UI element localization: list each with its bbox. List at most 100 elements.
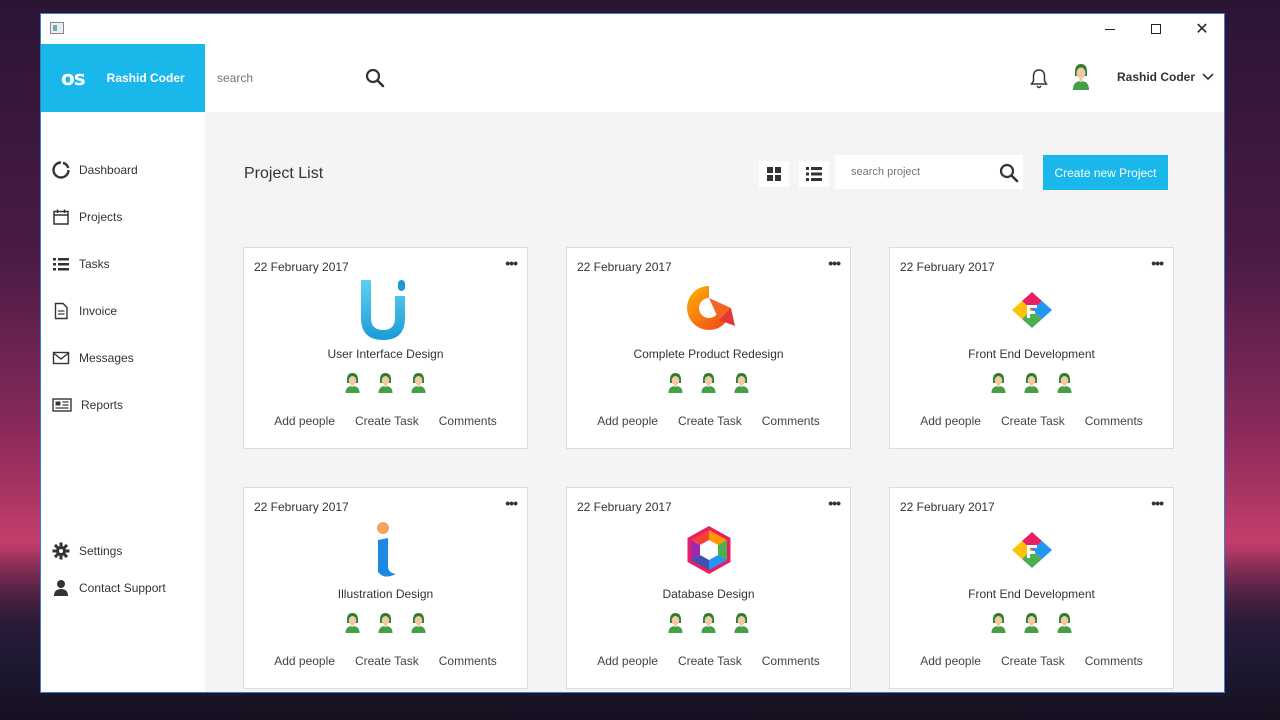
project-card[interactable]: 22 February 2017 ••• User Interface Design… [243, 247, 528, 449]
page-title: Project List [244, 165, 324, 182]
more-icon[interactable]: ••• [505, 255, 518, 271]
add-people-link[interactable]: Add people [274, 654, 335, 668]
app-window: ✕ os Rashid Coder Rashid Coder Das [40, 13, 1225, 693]
minimize-button[interactable] [1087, 14, 1133, 44]
more-icon[interactable]: ••• [505, 495, 518, 511]
add-people-link[interactable]: Add people [597, 414, 658, 428]
calendar-icon [51, 207, 71, 227]
card-date: 22 February 2017 [577, 500, 672, 514]
card-members [244, 612, 527, 634]
comments-link[interactable]: Comments [762, 414, 820, 428]
project-card[interactable]: 22 February 2017 ••• Illustration Design Ad… [243, 487, 528, 689]
card-title[interactable]: Database Design [567, 587, 850, 601]
avatar[interactable] [410, 372, 427, 394]
sidebar-item-label: Dashboard [79, 163, 138, 177]
avatar[interactable] [1056, 612, 1073, 634]
more-icon[interactable]: ••• [828, 255, 841, 271]
create-task-link[interactable]: Create Task [355, 654, 419, 668]
sidebar-item-messages[interactable]: Messages [51, 347, 134, 369]
avatar[interactable] [410, 612, 427, 634]
list-icon [51, 254, 71, 274]
newspaper-icon [51, 395, 73, 415]
comments-link[interactable]: Comments [762, 654, 820, 668]
sidebar-item-label: Projects [79, 210, 123, 224]
add-people-link[interactable]: Add people [274, 414, 335, 428]
circle-icon [51, 160, 71, 180]
card-actions: Add people Create Task Comments [567, 654, 850, 668]
maximize-button[interactable] [1133, 14, 1179, 44]
grid-view-button[interactable] [759, 161, 789, 187]
create-project-button[interactable]: Create new Project [1043, 155, 1168, 190]
avatar[interactable] [377, 372, 394, 394]
list-view-button[interactable] [799, 161, 829, 187]
sidebar-item-label: Settings [79, 544, 123, 558]
card-actions: Add people Create Task Comments [567, 414, 850, 428]
add-people-link[interactable]: Add people [920, 414, 981, 428]
sidebar-item-contact-support[interactable]: Contact Support [51, 577, 166, 599]
sidebar-item-projects[interactable]: Projects [51, 206, 122, 228]
header: os Rashid Coder Rashid Coder [41, 44, 1224, 112]
brand-name: Rashid Coder [106, 71, 185, 85]
avatar[interactable] [733, 372, 750, 394]
more-icon[interactable]: ••• [1151, 255, 1164, 271]
bell-icon[interactable] [1029, 68, 1049, 90]
grid-icon [767, 167, 781, 181]
avatar[interactable] [990, 612, 1007, 634]
card-title[interactable]: Front End Development [890, 587, 1173, 601]
create-task-link[interactable]: Create Task [355, 414, 419, 428]
comments-link[interactable]: Comments [439, 414, 497, 428]
card-members [890, 612, 1173, 634]
project-card[interactable]: 22 February 2017 ••• Complete Product Rede… [566, 247, 851, 449]
project-card[interactable]: 22 February 2017 ••• Front End Development… [889, 247, 1174, 449]
card-title[interactable]: User Interface Design [244, 347, 527, 361]
avatar[interactable] [667, 372, 684, 394]
search-input[interactable] [217, 68, 357, 88]
avatar[interactable] [733, 612, 750, 634]
avatar[interactable] [1056, 372, 1073, 394]
avatar[interactable] [344, 372, 361, 394]
project-card[interactable]: 22 February 2017 ••• Database Design Add pe… [566, 487, 851, 689]
project-search-input[interactable] [851, 164, 991, 180]
card-title[interactable]: Illustration Design [244, 587, 527, 601]
chevron-down-icon[interactable] [1201, 70, 1215, 84]
avatar[interactable] [1023, 372, 1040, 394]
avatar[interactable] [1071, 62, 1091, 92]
avatar[interactable] [667, 612, 684, 634]
sidebar-item-settings[interactable]: Settings [51, 540, 122, 562]
more-icon[interactable]: ••• [828, 495, 841, 511]
comments-link[interactable]: Comments [1085, 654, 1143, 668]
avatar[interactable] [700, 372, 717, 394]
create-task-link[interactable]: Create Task [1001, 654, 1065, 668]
more-icon[interactable]: ••• [1151, 495, 1164, 511]
card-date: 22 February 2017 [900, 260, 995, 274]
sidebar-item-tasks[interactable]: Tasks [51, 253, 110, 275]
card-members [244, 372, 527, 394]
card-members [890, 372, 1173, 394]
project-card[interactable]: 22 February 2017 ••• Front End Development… [889, 487, 1174, 689]
avatar[interactable] [1023, 612, 1040, 634]
avatar[interactable] [344, 612, 361, 634]
comments-link[interactable]: Comments [439, 654, 497, 668]
brand[interactable]: os Rashid Coder [41, 44, 205, 112]
sidebar-item-label: Messages [79, 351, 134, 365]
search-icon[interactable] [365, 68, 385, 88]
comments-link[interactable]: Comments [1085, 414, 1143, 428]
card-title[interactable]: Front End Development [890, 347, 1173, 361]
card-title[interactable]: Complete Product Redesign [567, 347, 850, 361]
card-date: 22 February 2017 [254, 500, 349, 514]
create-task-link[interactable]: Create Task [678, 654, 742, 668]
close-button[interactable]: ✕ [1179, 14, 1224, 44]
add-people-link[interactable]: Add people [920, 654, 981, 668]
user-name[interactable]: Rashid Coder [1117, 70, 1195, 84]
avatar[interactable] [990, 372, 1007, 394]
avatar[interactable] [700, 612, 717, 634]
sidebar-item-dashboard[interactable]: Dashboard [51, 159, 138, 181]
add-people-link[interactable]: Add people [597, 654, 658, 668]
create-task-link[interactable]: Create Task [678, 414, 742, 428]
search-icon[interactable] [999, 163, 1019, 183]
sidebar-item-reports[interactable]: Reports [51, 394, 123, 416]
sidebar-item-invoice[interactable]: Invoice [51, 300, 117, 322]
avatar[interactable] [377, 612, 394, 634]
sidebar-item-label: Contact Support [79, 581, 166, 595]
create-task-link[interactable]: Create Task [1001, 414, 1065, 428]
